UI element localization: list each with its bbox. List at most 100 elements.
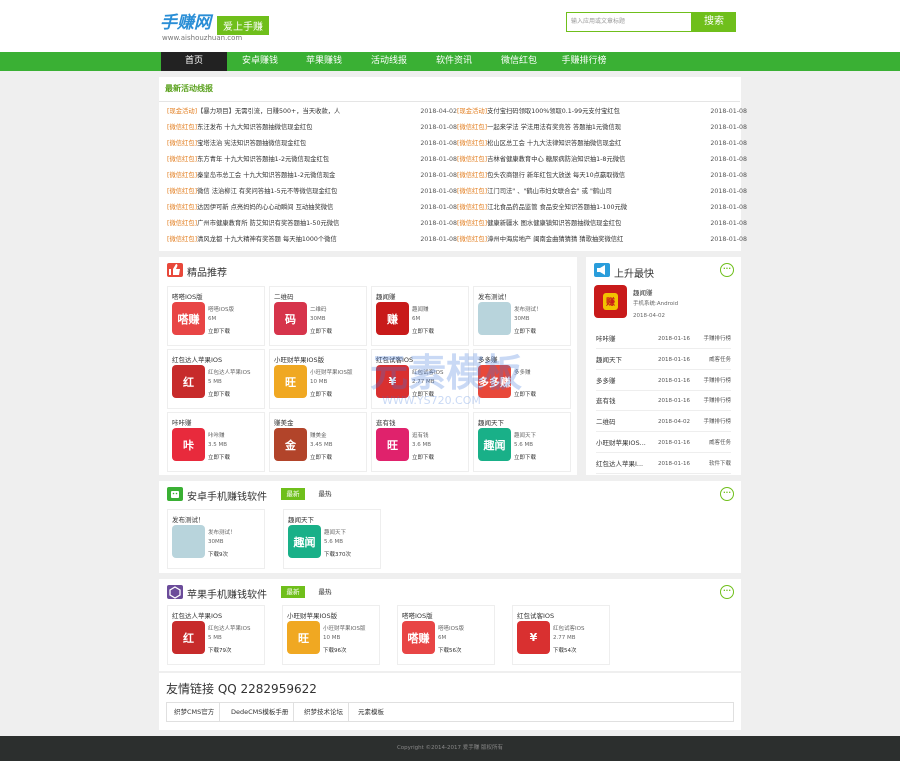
news-item[interactable]: [微信红包]江北食品药品监管 食品安全知识答题抽1-100元微 2018-01-0…: [457, 202, 747, 218]
rank-item[interactable]: 趣闻天下 2018-01-16 威客任务: [596, 350, 731, 370]
app-card[interactable]: 赚美金金赚美金 3.45 MB 立即下载: [269, 412, 367, 472]
download-link[interactable]: 立即下载: [208, 390, 230, 398]
news-item[interactable]: [微信红包]吉林省健康教育中心 糖尿病防治知识抽1-8元微信 2018-01-08: [457, 154, 747, 170]
news-item[interactable]: [微信红包]广州市健康教育所 防艾知识有奖答题抽1-50元微信 2018-01-0…: [167, 218, 457, 234]
news-item[interactable]: [现金活动]【暴力项目】无需引流，日赚500+，当天收款，人 2018-04-02: [167, 106, 457, 122]
app-card[interactable]: 趣闻赚赚趣闻赚 6M 立即下载: [371, 286, 469, 346]
app-icon[interactable]: [478, 302, 511, 335]
app-card[interactable]: 红包试客IOS ¥ 红包试客IOS 2.77 MB 下载54次: [512, 605, 610, 665]
news-item[interactable]: [微信红包]达因伊可新 点亮妈妈的心心动瞬间 互动抽奖微信 2018-01-08: [167, 202, 457, 218]
download-link[interactable]: 立即下载: [412, 453, 434, 461]
friend-link[interactable]: 织梦CMS官方: [169, 703, 221, 721]
rank-item[interactable]: 逛有钱 2018-01-16 手赚排行榜: [596, 391, 731, 412]
rank-top-app-icon[interactable]: 赚: [594, 285, 627, 318]
app-icon[interactable]: 咔: [172, 428, 205, 461]
app-icon[interactable]: ¥: [517, 621, 550, 654]
news-item[interactable]: [微信红包]包头农商银行 新年红包大放送 每天10点赢取微信 2018-01-08: [457, 170, 747, 186]
download-link[interactable]: 下载96次: [323, 646, 347, 654]
app-card[interactable]: 咔咔赚咔咔咔赚 3.5 MB 立即下载: [167, 412, 265, 472]
download-link[interactable]: 立即下载: [310, 327, 332, 335]
download-link[interactable]: 立即下载: [310, 453, 332, 461]
app-icon[interactable]: 旺: [287, 621, 320, 654]
nav-ranking[interactable]: 手赚排行榜: [551, 52, 617, 71]
app-icon[interactable]: 旺: [376, 428, 409, 461]
news-item[interactable]: [微信红包]东汪发布 十九大知识答题抽微信现金红包 2018-01-08: [167, 122, 457, 138]
rank-item[interactable]: 二维码 2018-04-02 手赚排行榜: [596, 412, 731, 433]
nav-wechat-hongbao[interactable]: 微信红包: [486, 52, 552, 71]
news-item[interactable]: [微信红包]一起来学法 学法用法有奖竞答 答题抽1元微信现 2018-01-08: [457, 122, 747, 138]
download-link[interactable]: 立即下载: [310, 390, 332, 398]
app-icon[interactable]: 旺: [274, 365, 307, 398]
rank-item[interactable]: 咔咔赚 2018-01-16 手赚排行榜: [596, 329, 731, 349]
news-item[interactable]: [微信红包]宝塔法治 宪法知识答题抽微信现金红包 2018-01-08: [167, 138, 457, 154]
tab-newest[interactable]: 最新: [281, 488, 305, 500]
search-input[interactable]: 输入应用或文章标题: [566, 12, 692, 32]
download-link[interactable]: 立即下载: [514, 453, 536, 461]
app-icon[interactable]: 嗒赚: [172, 302, 205, 335]
news-item[interactable]: [现金活动]支付宝扫码领取100%领取0.1-99元支付宝红包 2018-01-0…: [457, 106, 747, 122]
app-icon[interactable]: 红: [172, 365, 205, 398]
rank-item[interactable]: 小旺财苹果IOS... 2018-01-16 威客任务: [596, 433, 731, 453]
news-item[interactable]: [微信红包]秦皇岛市总工会 十九大知识答题抽1-2元微信现金 2018-01-08: [167, 170, 457, 186]
nav-home[interactable]: 首页: [161, 52, 227, 71]
app-card[interactable]: 趣闻天下 趣闻 趣闻天下 5.6 MB 立即下载: [473, 412, 571, 472]
news-item[interactable]: [微信红包]松山区总工会 十九大法律知识答题抽微信现金红 2018-01-08: [457, 138, 747, 154]
app-icon[interactable]: 金: [274, 428, 307, 461]
nav-android[interactable]: 安卓赚钱: [227, 52, 293, 71]
news-item[interactable]: [微信红包]江门司法" 、"鹤山市妇女联合会" 或 "鹤山司 2018-01-08: [457, 186, 747, 202]
download-link[interactable]: 下载56次: [438, 646, 462, 654]
app-icon[interactable]: [172, 525, 205, 558]
search-button[interactable]: 搜索: [692, 12, 736, 32]
download-link[interactable]: 下载79次: [208, 646, 232, 654]
nav-activities[interactable]: 活动线报: [356, 52, 422, 71]
more-icon[interactable]: ···: [720, 263, 734, 277]
download-link[interactable]: 立即下载: [514, 327, 536, 335]
friend-link[interactable]: 元素模板: [353, 703, 389, 721]
download-link[interactable]: 下载54次: [553, 646, 577, 654]
app-card[interactable]: 小旺财苹果IOS版旺小旺财苹果IOS版 10 MB 下载96次: [282, 605, 380, 665]
app-icon[interactable]: 码: [274, 302, 307, 335]
friend-link[interactable]: DedeCMS模板手册: [226, 703, 295, 721]
rank-item[interactable]: 多多赚 2018-01-16 手赚排行榜: [596, 371, 731, 391]
more-icon[interactable]: ···: [720, 585, 734, 599]
download-link[interactable]: 立即下载: [412, 327, 434, 335]
friend-link[interactable]: 织梦技术论坛: [299, 703, 349, 721]
app-card[interactable]: 红包达人苹果IOS 红红包达人苹果IOS 5 MB 立即下载: [167, 349, 265, 409]
tab-newest[interactable]: 最新: [281, 586, 305, 598]
app-card[interactable]: 发布测试！ 发布测试！ 30MB 立即下载: [473, 286, 571, 346]
app-card[interactable]: 发布测试！ 发布测试！ 30MB 下载9次: [167, 509, 265, 569]
app-icon[interactable]: 趣闻: [478, 428, 511, 461]
app-size: 3.45 MB: [310, 442, 333, 448]
app-card[interactable]: 二维码码二维码 30MB 立即下载: [269, 286, 367, 346]
tab-hottest[interactable]: 最热: [313, 488, 337, 500]
app-card[interactable]: 嗒嗒IOS版 嗒赚 嗒嗒IOS版 6M 下载56次: [397, 605, 495, 665]
news-item[interactable]: [微信红包]东方青年 十九大知识答题抽1-2元微信现金红包 2018-01-08: [167, 154, 457, 170]
download-link[interactable]: 下载370次: [324, 550, 351, 558]
app-card[interactable]: 小旺财苹果IOS版旺小旺财苹果IOS版 10 MB 立即下载: [269, 349, 367, 409]
news-item[interactable]: [微信红包]清风龙都 十九大精神有奖答题 每天抽1000个微信 2018-01-0…: [167, 234, 457, 250]
footer-copyright: Copyright ©2014-2017 爱手赚 版权所有: [0, 736, 900, 761]
rank-top-name[interactable]: 趣闻赚: [633, 287, 653, 297]
more-icon[interactable]: ···: [720, 487, 734, 501]
app-card[interactable]: 逛有钱旺逛有钱 3.6 MB 立即下载: [371, 412, 469, 472]
app-icon[interactable]: 赚: [376, 302, 409, 335]
watermark: 元素模板: [370, 351, 523, 395]
app-card[interactable]: 红包达人苹果IOS 红红包达人苹果IOS 5 MB 下载79次: [167, 605, 265, 665]
news-item[interactable]: [微信红包]微信 法治柳江 有奖问答抽1-5元不等微信现金红包 2018-01-0…: [167, 186, 457, 202]
app-icon[interactable]: 趣闻: [288, 525, 321, 558]
download-link[interactable]: 下载9次: [208, 550, 228, 558]
download-link[interactable]: 立即下载: [208, 453, 230, 461]
news-item[interactable]: [微信红包]健康新疆水 图水健康镇知识答题抽微信现金红包 2018-01-08: [457, 218, 747, 234]
app-subtitle: 咔咔赚: [208, 433, 225, 439]
nav-software-news[interactable]: 软件资讯: [421, 52, 487, 71]
news-item[interactable]: [微信红包]漳州中海房地产 闽南金曲猜猜猜 猜歌抽奖微信红 2018-01-08: [457, 234, 747, 250]
app-card[interactable]: 趣闻天下 趣闻 趣闻天下 5.6 MB 下载370次: [283, 509, 381, 569]
rank-item[interactable]: 红包达人苹果I... 2018-01-16 软件下载: [596, 454, 731, 474]
tab-hottest[interactable]: 最热: [313, 586, 337, 598]
download-link[interactable]: 立即下载: [208, 327, 230, 335]
app-card[interactable]: 嗒嗒IOS版 嗒赚 嗒嗒IOS版 6M 立即下载: [167, 286, 265, 346]
nav-apple[interactable]: 苹果赚钱: [291, 52, 357, 71]
app-size: 6M: [208, 316, 217, 322]
app-icon[interactable]: 嗒赚: [402, 621, 435, 654]
app-icon[interactable]: 红: [172, 621, 205, 654]
